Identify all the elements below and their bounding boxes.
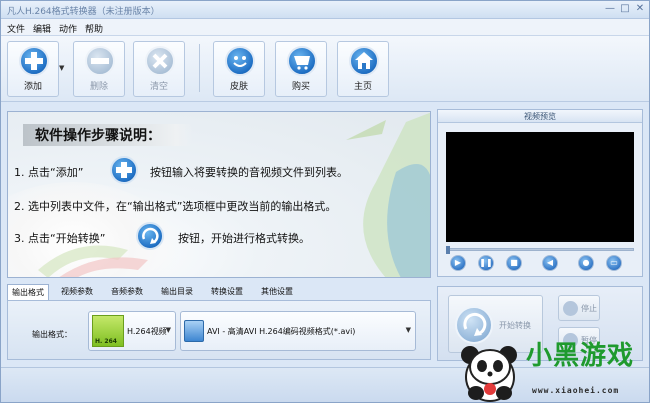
video-preview-panel: 视频预览 ▶ ❚❚ ■ ◀ ● ▭ bbox=[437, 109, 643, 277]
video-format-icon bbox=[184, 320, 204, 342]
delete-label: 删除 bbox=[89, 82, 108, 92]
toolbar-divider bbox=[199, 44, 200, 92]
menu-help[interactable]: 帮助 bbox=[85, 22, 103, 35]
chevron-down-icon: ▼ bbox=[405, 326, 411, 334]
buy-label: 购买 bbox=[291, 82, 310, 92]
start-convert-label: 开始转换 bbox=[499, 321, 531, 330]
step-3-prefix: 3. 点击“开始转换” bbox=[14, 232, 106, 245]
step-1-suffix: 按钮输入将要转换的音视频文件到列表。 bbox=[150, 166, 348, 179]
decorative-leaf bbox=[346, 112, 430, 277]
minimize-button[interactable]: — bbox=[603, 3, 617, 15]
menu-file[interactable]: 文件 bbox=[7, 22, 25, 35]
video-screen bbox=[446, 132, 634, 242]
step-3-suffix: 按钮，开始进行格式转换。 bbox=[178, 232, 310, 245]
toolbar: 添加 ▼ 删除 清空 皮肤 购买 主页 bbox=[1, 36, 649, 102]
stop-label: 停止 bbox=[581, 304, 597, 313]
add-button[interactable]: 添加 bbox=[7, 41, 59, 97]
play-icon[interactable]: ▶ bbox=[450, 255, 466, 271]
seek-bar[interactable] bbox=[446, 246, 634, 254]
stop-square-icon bbox=[563, 301, 578, 316]
format-detail-select[interactable]: AVI - 高清AVI H.264编码视频格式(*.avi) ▼ bbox=[180, 311, 416, 351]
minus-icon bbox=[85, 46, 115, 76]
add-label: 添加 bbox=[23, 82, 42, 92]
skin-button[interactable]: 皮肤 bbox=[213, 41, 265, 97]
tab-convert-settings[interactable]: 转换设置 bbox=[207, 284, 247, 301]
open-folder-icon[interactable]: ▭ bbox=[606, 255, 622, 271]
site-watermark: 小黑游戏 www.xiaohei.com bbox=[456, 331, 649, 402]
maximize-button[interactable]: □ bbox=[618, 3, 632, 15]
format-category-select[interactable]: H. 264 H.264视频 ▼ bbox=[88, 311, 176, 351]
app-window: 凡人H.264格式转换器（未注册版本） — □ ✕ 文件 编辑 动作 帮助 添加… bbox=[0, 0, 650, 403]
step-2: 2. 选中列表中文件，在“输出格式”选项框中更改当前的输出格式。 bbox=[14, 200, 337, 213]
menu-bar: 文件 编辑 动作 帮助 bbox=[1, 19, 649, 36]
plus-icon bbox=[19, 46, 49, 76]
h264-format-icon: H. 264 bbox=[92, 315, 124, 347]
settings-tabs: 输出格式 视频参数 音频参数 输出目录 转换设置 其他设置 bbox=[7, 284, 431, 301]
buy-button[interactable]: 购买 bbox=[275, 41, 327, 97]
home-label: 主页 bbox=[353, 82, 372, 92]
menu-action[interactable]: 动作 bbox=[59, 22, 77, 35]
close-button[interactable]: ✕ bbox=[633, 3, 647, 15]
home-button[interactable]: 主页 bbox=[337, 41, 389, 97]
add-dropdown-arrow-icon[interactable]: ▼ bbox=[59, 64, 67, 72]
step-convert-icon bbox=[136, 222, 164, 250]
cart-icon bbox=[287, 46, 317, 76]
format-detail-value: AVI - 高清AVI H.264编码视频格式(*.avi) bbox=[207, 327, 356, 336]
snapshot-icon[interactable]: ● bbox=[578, 255, 594, 271]
watermark-url: www.xiaohei.com bbox=[532, 386, 620, 395]
smiley-icon bbox=[225, 46, 255, 76]
stop-button[interactable]: 停止 bbox=[558, 295, 600, 321]
format-badge: H. 264 bbox=[95, 338, 117, 345]
step-1-prefix: 1. 点击“添加” bbox=[14, 166, 84, 179]
step-add-icon bbox=[110, 156, 138, 184]
preview-title: 视频预览 bbox=[438, 110, 642, 123]
menu-edit[interactable]: 编辑 bbox=[33, 22, 51, 35]
output-format-pane: 输出格式： H. 264 H.264视频 ▼ AVI - 高清AVI H.264… bbox=[7, 300, 431, 360]
tab-other-settings[interactable]: 其他设置 bbox=[257, 284, 297, 301]
pause-icon[interactable]: ❚❚ bbox=[478, 255, 494, 271]
output-format-label: 输出格式： bbox=[32, 330, 72, 339]
title-bar: 凡人H.264格式转换器（未注册版本） — □ ✕ bbox=[1, 1, 649, 19]
panda-logo-icon bbox=[461, 346, 517, 402]
chevron-down-icon: ▼ bbox=[165, 326, 171, 334]
tab-output-format[interactable]: 输出格式 bbox=[7, 284, 49, 301]
stop-icon[interactable]: ■ bbox=[506, 255, 522, 271]
skin-label: 皮肤 bbox=[229, 82, 248, 92]
home-icon bbox=[349, 46, 379, 76]
clear-x-icon bbox=[145, 46, 175, 76]
format-category-value: H.264视频 bbox=[127, 327, 167, 336]
window-title: 凡人H.264格式转换器（未注册版本） bbox=[7, 7, 160, 17]
instructions-heading: 软件操作步骤说明： bbox=[35, 128, 161, 144]
watermark-brand: 小黑游戏 bbox=[526, 341, 635, 371]
clear-label: 清空 bbox=[149, 82, 168, 92]
tab-output-dir[interactable]: 输出目录 bbox=[157, 284, 197, 301]
clear-button[interactable]: 清空 bbox=[133, 41, 185, 97]
instruction-panel: 软件操作步骤说明： 1. 点击“添加” 按钮输入将要转换的音视频文件到列表。 2… bbox=[7, 111, 431, 278]
tab-audio-params[interactable]: 音频参数 bbox=[107, 284, 147, 301]
seek-thumb[interactable] bbox=[446, 246, 450, 254]
tab-video-params[interactable]: 视频参数 bbox=[57, 284, 97, 301]
delete-button[interactable]: 删除 bbox=[73, 41, 125, 97]
volume-icon[interactable]: ◀ bbox=[542, 255, 558, 271]
